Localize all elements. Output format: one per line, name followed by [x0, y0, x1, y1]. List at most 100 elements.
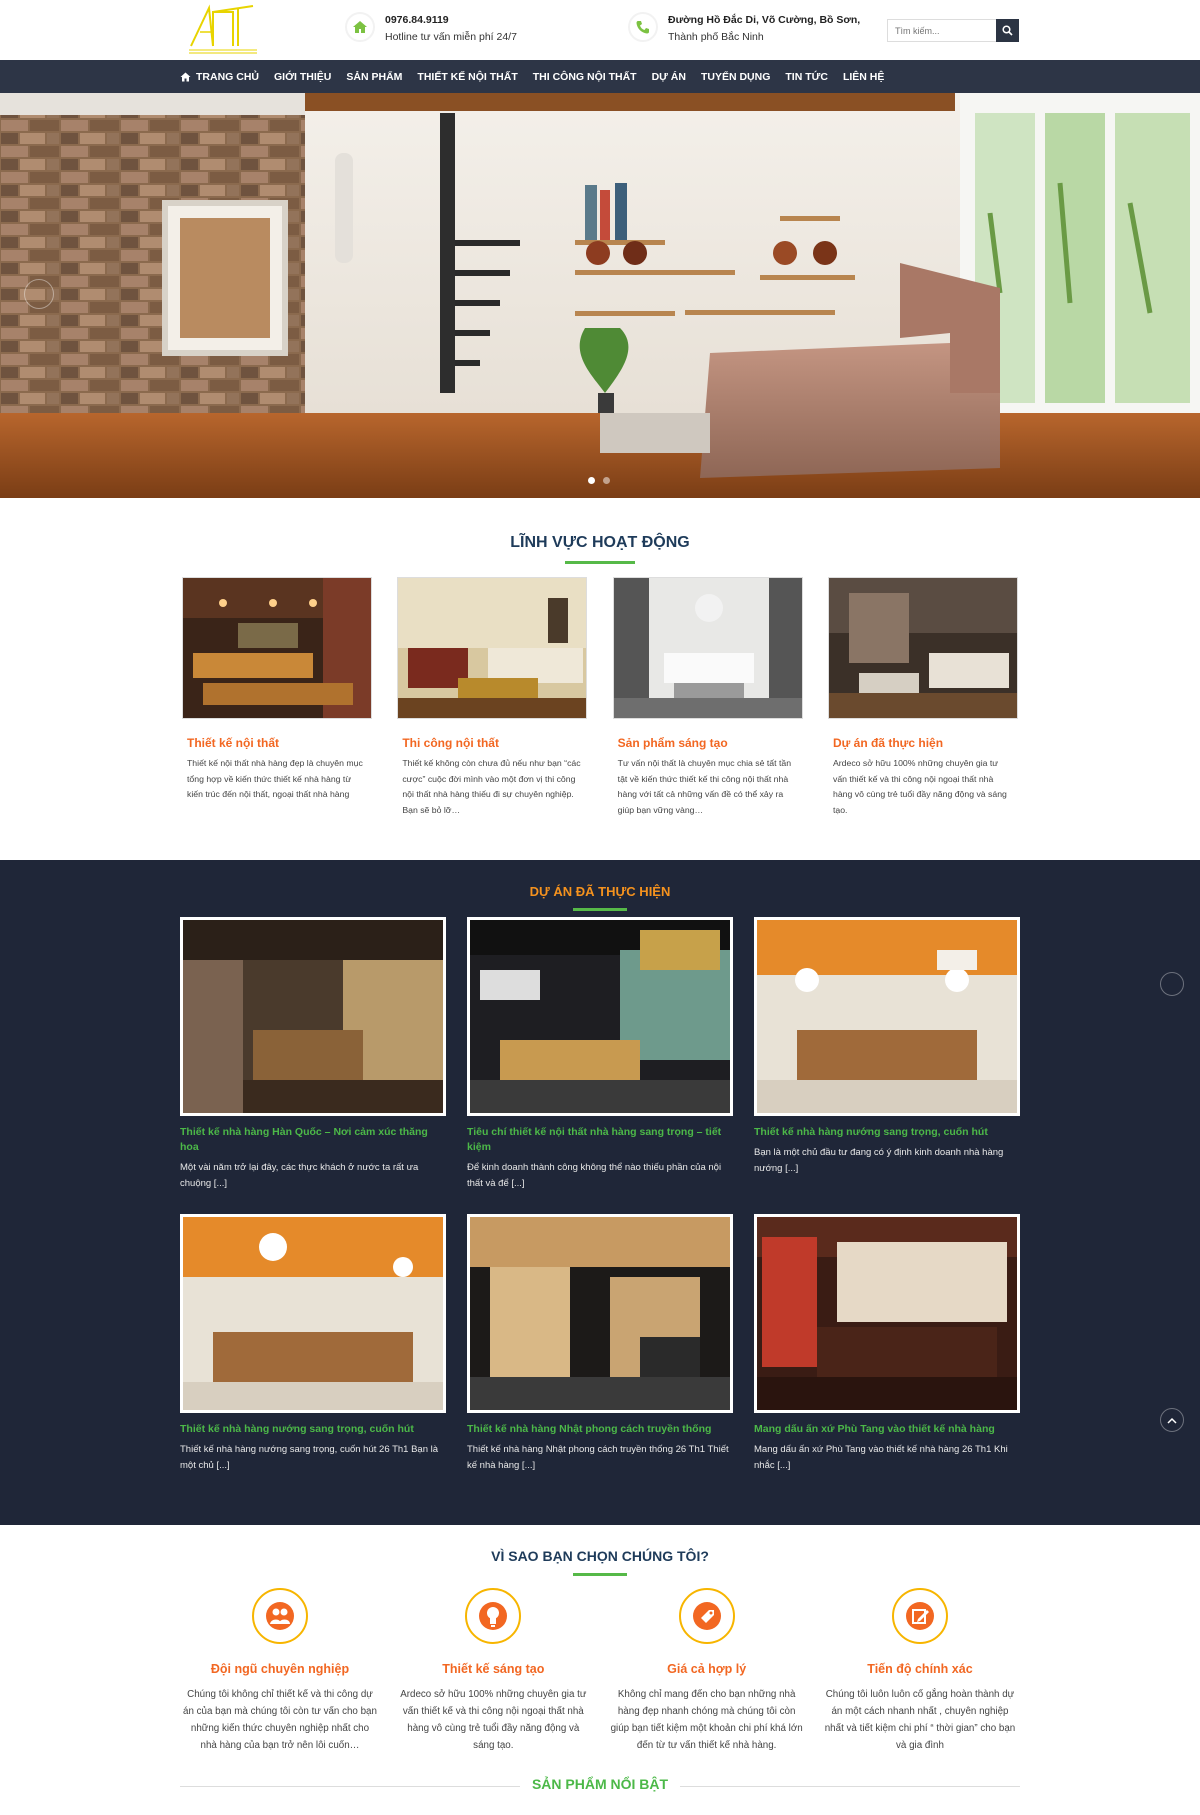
nav-item-home[interactable]: TRANG CHỦ	[180, 71, 259, 83]
why-item-title: Tiến độ chính xác	[867, 1662, 973, 1676]
phone-icon	[628, 12, 658, 42]
featured-title-text: SẢN PHẨM NỔI BẬT	[531, 1776, 669, 1792]
projects-section-title: DỰ ÁN ĐÃ THỰC HIỆN	[0, 884, 1200, 911]
field-image[interactable]	[827, 577, 1018, 719]
field-image[interactable]	[182, 577, 372, 719]
address-line-2: Thành phố Bắc Ninh	[668, 31, 764, 43]
search-button[interactable]	[996, 19, 1019, 42]
why-list: Đội ngũ chuyên nghiệp Chúng tôi không ch…	[182, 1588, 1018, 1754]
title-underline	[573, 908, 627, 911]
project-card[interactable]: Mang dấu ấn xứ Phù Tang vào thiết kế nhà…	[754, 1214, 1020, 1474]
project-title[interactable]: Thiết kế nhà hàng Nhật phong cách truyền…	[467, 1422, 733, 1437]
site-logo[interactable]	[183, 2, 273, 56]
field-card[interactable]: Sản phẩm sáng tạo Tư vấn nội thất là chu…	[612, 577, 803, 818]
project-card[interactable]: Thiết kế nhà hàng Nhật phong cách truyền…	[467, 1214, 733, 1474]
phone-number[interactable]: 0976.84.9119	[385, 12, 517, 28]
main-nav: TRANG CHỦ GIỚI THIỆU SẢN PHẨM THIẾT KẾ N…	[0, 60, 1200, 93]
project-title[interactable]: Thiết kế nhà hàng nướng sang trọng, cuốn…	[754, 1125, 1020, 1140]
field-desc: Ardeco sở hữu 100% những chuyên gia tư v…	[832, 758, 1007, 815]
nav-item-about[interactable]: GIỚI THIỆU	[274, 71, 331, 83]
project-excerpt: Để kinh doanh thành công không thể nào t…	[467, 1162, 722, 1189]
field-card[interactable]: Dự án đã thực hiện Ardeco sở hữu 100% nh…	[827, 577, 1018, 818]
why-item-title: Thiết kế sáng tạo	[442, 1662, 545, 1676]
divider	[680, 1786, 1020, 1787]
nav-item-contact[interactable]: LIÊN HỆ	[843, 71, 884, 83]
slider-prev-button[interactable]	[24, 279, 54, 309]
projects-grid: Thiết kế nhà hàng Hàn Quốc – Nơi cảm xúc…	[180, 917, 1020, 1496]
why-item: Thiết kế sáng tạo Ardeco sở hữu 100% nhữ…	[395, 1588, 591, 1754]
project-title[interactable]: Tiêu chí thiết kế nội thất nhà hàng sang…	[467, 1125, 733, 1155]
project-title[interactable]: Thiết kế nhà hàng nướng sang trọng, cuốn…	[180, 1422, 446, 1437]
chevron-up-icon	[1167, 1417, 1177, 1424]
project-image[interactable]	[467, 1214, 733, 1413]
search-input[interactable]	[887, 19, 996, 42]
featured-section-title: SẢN PHẨM NỔI BẬT	[180, 1776, 1020, 1796]
team-icon	[252, 1588, 308, 1644]
hero-slider[interactable]	[0, 93, 1200, 498]
why-item-text: Chúng tôi không chỉ thiết kế và thi công…	[183, 1689, 377, 1751]
edit-icon	[891, 1588, 948, 1644]
home-icon	[345, 12, 375, 42]
why-item: Tiến độ chính xác Chúng tôi luôn luôn cố…	[822, 1588, 1018, 1754]
project-excerpt: Một vài năm trở lại đây, các thực khách …	[180, 1162, 419, 1189]
why-item-text: Chúng tôi luôn luôn cố gắng hoàn thành d…	[824, 1689, 1016, 1751]
project-title[interactable]: Thiết kế nhà hàng Hàn Quốc – Nơi cảm xúc…	[180, 1125, 446, 1155]
project-image[interactable]	[180, 1214, 446, 1413]
field-title[interactable]: Thiết kế nội thất	[187, 736, 372, 750]
why-section-title: VÌ SAO BẠN CHỌN CHÚNG TÔI?	[0, 1548, 1200, 1576]
field-desc: Tư vấn nội thất là chuyên mục chia sẻ tấ…	[617, 758, 792, 815]
project-image[interactable]	[754, 917, 1020, 1116]
site-header: 0976.84.9119 Hotline tư vấn miễn phí 24/…	[0, 0, 1200, 60]
search-icon	[1002, 25, 1013, 36]
field-desc: Thiết kế không còn chưa đủ nếu như bạn “…	[402, 758, 581, 815]
nav-item-interior-design[interactable]: THIẾT KẾ NỘI THẤT	[417, 71, 517, 83]
slider-dot[interactable]	[603, 477, 610, 484]
field-title[interactable]: Thi công nội thất	[402, 736, 587, 750]
slider-dots	[588, 477, 618, 484]
field-title[interactable]: Dự án đã thực hiện	[833, 736, 1018, 750]
field-image[interactable]	[397, 577, 588, 719]
fields-list: Thiết kế nội thất Thiết kế nội thất nhà …	[182, 577, 1018, 818]
project-excerpt: Bạn là một chủ đầu tư đang có ý định kin…	[754, 1147, 1004, 1174]
hotline-text: Hotline tư vấn miễn phí 24/7	[385, 31, 517, 43]
why-item-text: Ardeco sở hữu 100% những chuyên gia tư v…	[400, 1689, 587, 1751]
fields-section-title: LĨNH VỰC HOẠT ĐỘNG	[0, 534, 1200, 564]
idea-icon	[465, 1588, 522, 1644]
slider-dot[interactable]	[588, 477, 595, 484]
field-card[interactable]: Thiết kế nội thất Thiết kế nội thất nhà …	[182, 577, 372, 818]
project-card[interactable]: Thiết kế nhà hàng nướng sang trọng, cuốn…	[180, 1214, 446, 1474]
side-circle-button[interactable]	[1160, 972, 1184, 996]
nav-label: TRANG CHỦ	[196, 70, 259, 83]
nav-item-construction[interactable]: THI CÔNG NỘI THẤT	[533, 71, 637, 83]
nav-item-products[interactable]: SẢN PHẨM	[346, 71, 402, 83]
field-image[interactable]	[612, 577, 803, 719]
projects-title-text: DỰ ÁN ĐÃ THỰC HIỆN	[529, 884, 671, 899]
field-title[interactable]: Sản phẩm sáng tạo	[618, 736, 803, 750]
nav-item-projects[interactable]: DỰ ÁN	[652, 71, 686, 83]
why-item-title: Giá cả hợp lý	[667, 1662, 747, 1676]
nav-item-careers[interactable]: TUYỂN DỤNG	[701, 71, 770, 83]
title-underline	[573, 1573, 627, 1576]
why-item-text: Không chỉ mang đến cho bạn những nhà hàn…	[610, 1689, 803, 1751]
project-card[interactable]: Tiêu chí thiết kế nội thất nhà hàng sang…	[467, 917, 733, 1192]
fields-title-text: LĨNH VỰC HOẠT ĐỘNG	[510, 534, 690, 551]
home-icon	[180, 72, 191, 81]
project-title[interactable]: Mang dấu ấn xứ Phù Tang vào thiết kế nhà…	[754, 1422, 1020, 1437]
hero-image	[0, 93, 1200, 498]
why-item-title: Đội ngũ chuyên nghiệp	[210, 1662, 350, 1676]
nav-item-news[interactable]: TIN TỨC	[785, 71, 828, 83]
search-form	[887, 19, 1019, 42]
why-item: Giá cả hợp lý Không chỉ mang đến cho bạn…	[609, 1588, 805, 1754]
title-underline	[565, 561, 635, 564]
project-excerpt: Mang dấu ấn xứ Phù Tang vào thiết kế nhà…	[754, 1444, 1008, 1471]
project-card[interactable]: Thiết kế nhà hàng Hàn Quốc – Nơi cảm xúc…	[180, 917, 446, 1192]
back-to-top-button[interactable]	[1160, 1408, 1184, 1432]
project-card[interactable]: Thiết kế nhà hàng nướng sang trọng, cuốn…	[754, 917, 1020, 1192]
project-excerpt: Thiết kế nhà hàng nướng sang trọng, cuốn…	[180, 1444, 439, 1471]
project-image[interactable]	[180, 917, 446, 1116]
project-image[interactable]	[754, 1214, 1020, 1413]
project-image[interactable]	[467, 917, 733, 1116]
address-line-1: Đường Hồ Đắc Di, Võ Cường, Bồ Sơn,	[668, 14, 861, 26]
project-excerpt: Thiết kế nhà hàng Nhật phong cách truyền…	[467, 1444, 729, 1471]
field-card[interactable]: Thi công nội thất Thiết kế không còn chư…	[397, 577, 588, 818]
